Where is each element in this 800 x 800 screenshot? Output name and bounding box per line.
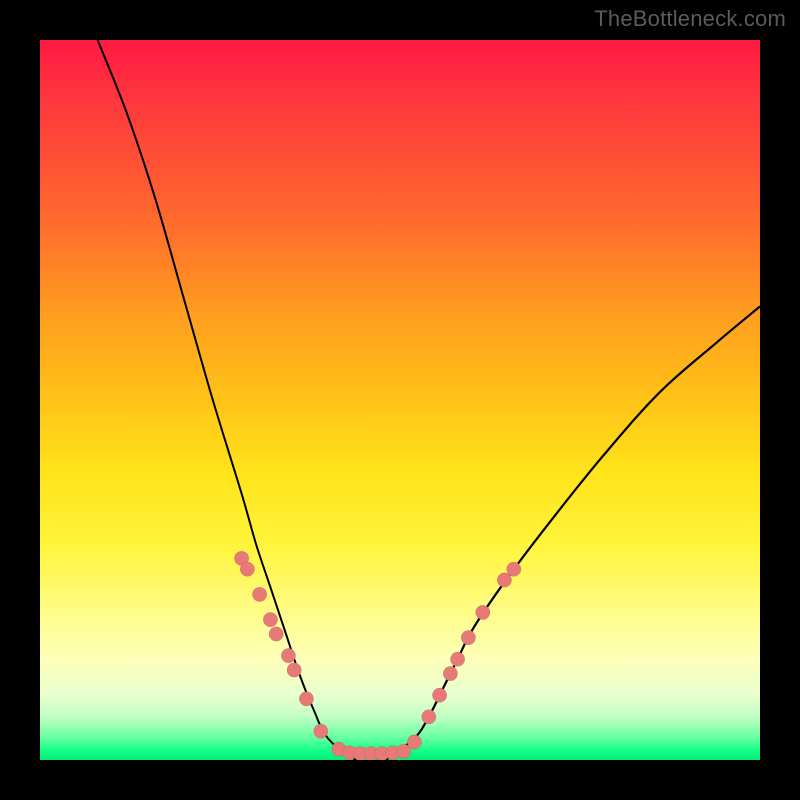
data-point xyxy=(507,562,521,576)
data-point xyxy=(281,648,295,662)
data-point xyxy=(407,735,421,749)
data-point xyxy=(314,724,328,738)
data-point xyxy=(432,688,446,702)
data-point xyxy=(240,562,254,576)
data-point xyxy=(443,666,457,680)
data-point xyxy=(263,612,277,626)
data-point xyxy=(476,605,490,619)
chart-frame: TheBottleneck.com xyxy=(0,0,800,800)
plot-area xyxy=(40,40,760,760)
data-point xyxy=(287,663,301,677)
data-point xyxy=(461,630,475,644)
watermark-text: TheBottleneck.com xyxy=(594,6,786,32)
chart-overlay-svg xyxy=(40,40,760,760)
dots-layer xyxy=(234,551,521,760)
data-point xyxy=(252,587,266,601)
curve-left_curve xyxy=(98,40,386,760)
curve-layer xyxy=(98,40,760,760)
data-point xyxy=(299,692,313,706)
data-point xyxy=(450,652,464,666)
data-point xyxy=(269,627,283,641)
data-point xyxy=(422,710,436,724)
